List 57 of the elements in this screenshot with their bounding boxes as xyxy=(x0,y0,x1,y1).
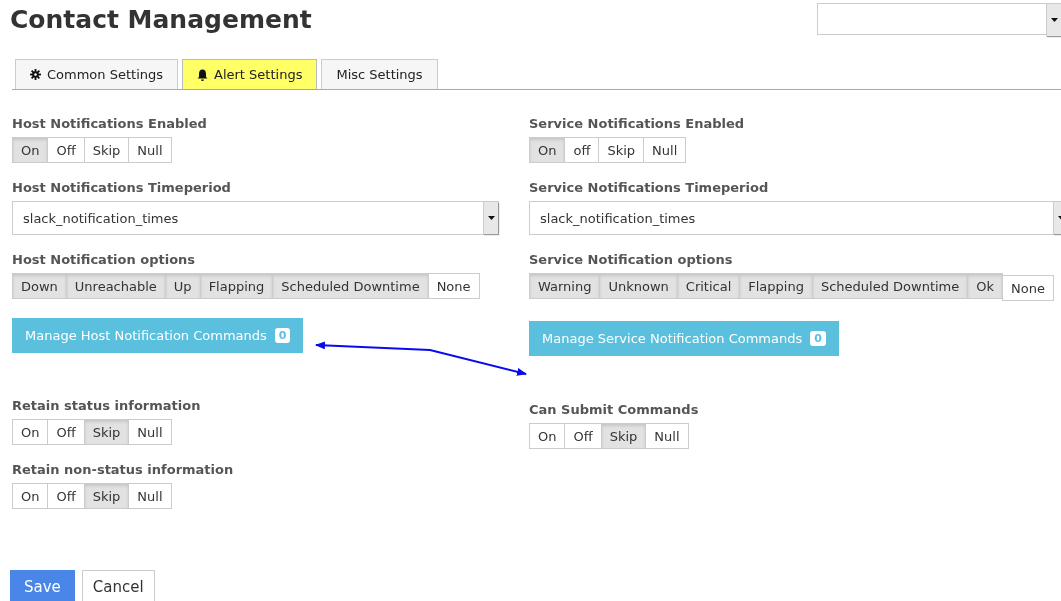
caret-icon xyxy=(1050,18,1058,22)
settings-tab[interactable]: Misc Settings xyxy=(321,59,438,89)
option-button[interactable]: Scheduled Downtime xyxy=(811,273,969,299)
option-button[interactable]: Off xyxy=(564,423,602,449)
option-button[interactable]: off xyxy=(564,137,600,163)
option-button[interactable]: Off xyxy=(47,483,85,509)
field-label: Service Notification options xyxy=(529,252,734,267)
option-button[interactable]: Flapping xyxy=(199,273,274,299)
field-label: Host Notifications Timeperiod xyxy=(12,180,232,195)
field-label: Host Notifications Enabled xyxy=(12,116,208,131)
field-label: Service Notifications Enabled xyxy=(529,116,746,131)
option-button[interactable]: Null xyxy=(128,483,172,509)
option-button[interactable]: On xyxy=(12,137,49,163)
option-button[interactable]: Skip xyxy=(600,423,647,449)
option-button[interactable]: Ok xyxy=(967,273,1004,299)
option-button[interactable]: Flapping xyxy=(739,273,813,299)
option-button[interactable]: Skip xyxy=(83,137,130,163)
settings-tab[interactable]: Common Settings xyxy=(15,59,178,89)
option-button[interactable]: Unknown xyxy=(599,273,678,299)
top-select[interactable] xyxy=(817,3,1061,35)
option-button[interactable]: On xyxy=(12,483,49,509)
count-badge: 0 xyxy=(274,328,291,343)
field-label: Can Submit Commands xyxy=(529,402,700,417)
cancel-button[interactable]: Cancel xyxy=(81,570,155,601)
option-button[interactable]: Skip xyxy=(83,419,130,445)
option-button[interactable]: Warning xyxy=(529,273,601,299)
gear-icon xyxy=(30,69,41,80)
option-button[interactable]: Off xyxy=(47,419,85,445)
bell-icon xyxy=(197,68,208,81)
option-button[interactable]: Scheduled Downtime xyxy=(272,273,429,299)
caret-icon xyxy=(487,216,495,220)
option-button[interactable]: None xyxy=(1002,275,1054,301)
option-button[interactable]: Skip xyxy=(83,483,130,509)
timeperiod-select[interactable]: slack_notification_times xyxy=(12,201,499,235)
field-label: Host Notification options xyxy=(12,252,197,267)
option-button[interactable]: None xyxy=(427,273,480,299)
option-button[interactable]: Skip xyxy=(598,137,645,163)
option-button[interactable]: Up xyxy=(164,273,201,299)
option-button[interactable]: On xyxy=(529,423,566,449)
option-button[interactable]: Off xyxy=(47,137,85,163)
save-button[interactable]: Save xyxy=(10,570,75,601)
field-label: Retain non-status information xyxy=(12,462,235,477)
option-button[interactable]: On xyxy=(12,419,49,445)
page-title: Contact Management xyxy=(10,5,312,34)
option-button[interactable]: Null xyxy=(128,137,172,163)
option-button[interactable]: On xyxy=(529,137,566,163)
option-button[interactable]: Null xyxy=(645,423,689,449)
option-button[interactable]: Unreachable xyxy=(65,273,166,299)
option-button[interactable]: Down xyxy=(12,273,67,299)
option-button[interactable]: Critical xyxy=(676,273,741,299)
count-badge: 0 xyxy=(810,331,826,346)
settings-tab[interactable]: Alert Settings xyxy=(182,59,318,89)
field-label: Service Notifications Timeperiod xyxy=(529,180,770,195)
field-label: Retain status information xyxy=(12,398,202,413)
option-button[interactable]: Null xyxy=(128,419,172,445)
timeperiod-select[interactable]: slack_notification_times xyxy=(529,201,1061,235)
option-button[interactable]: Null xyxy=(643,137,687,163)
